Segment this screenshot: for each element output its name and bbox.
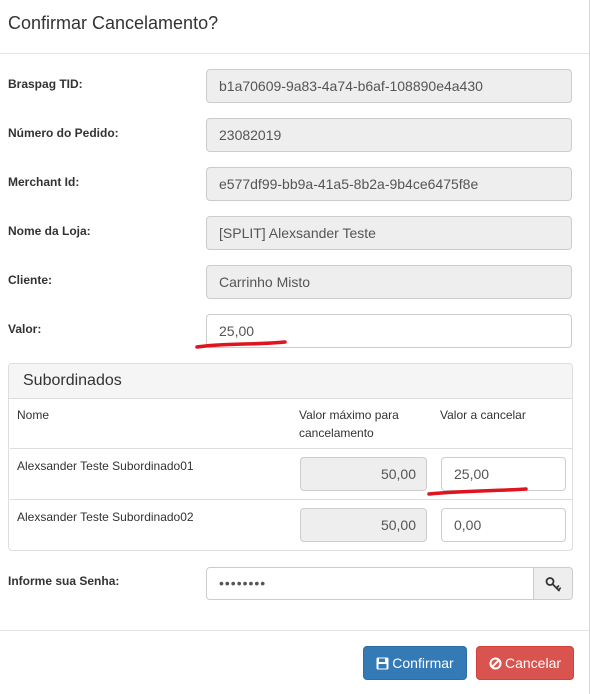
subordinados-panel: Subordinados Nome Valor máximo para canc… bbox=[8, 363, 573, 551]
confirmar-button[interactable]: Confirmar bbox=[363, 646, 467, 680]
subordinado-row-1-red-underline bbox=[427, 487, 528, 496]
floppy-disk-icon bbox=[376, 657, 389, 670]
subordinado-row-2-nome: Alexsander Teste Subordinado02 bbox=[17, 510, 194, 524]
confirmar-button-label: Confirmar bbox=[392, 655, 454, 671]
ban-icon bbox=[489, 657, 502, 670]
table-divider bbox=[10, 499, 573, 500]
braspag-tid-label: Braspag TID: bbox=[8, 77, 83, 91]
merchant-id-field: e577df99-bb9a-41a5-8b2a-9b4ce6475f8e bbox=[206, 167, 572, 201]
valor-label: Valor: bbox=[8, 322, 42, 336]
numero-pedido-label: Número do Pedido: bbox=[8, 126, 119, 140]
braspag-tid-field: b1a70609-9a83-4a74-b6af-108890e4a430 bbox=[206, 69, 572, 103]
column-header-valor-maximo: Valor máximo para cancelamento bbox=[299, 408, 399, 440]
subordinados-title: Subordinados bbox=[23, 372, 122, 389]
senha-label: Informe sua Senha: bbox=[8, 574, 120, 588]
merchant-id-label: Merchant Id: bbox=[8, 175, 80, 189]
password-input[interactable]: •••••••• bbox=[206, 567, 534, 600]
key-icon[interactable] bbox=[533, 567, 573, 600]
nome-loja-field: [SPLIT] Alexsander Teste bbox=[206, 216, 572, 250]
password-input-group: •••••••• bbox=[206, 567, 573, 600]
column-header-nome: Nome bbox=[17, 408, 50, 422]
numero-pedido-field: 23082019 bbox=[206, 118, 572, 152]
subordinado-row-1-valor-maximo: 50,00 bbox=[300, 457, 427, 491]
cliente-field: Carrinho Misto bbox=[206, 265, 572, 299]
nome-loja-label: Nome da Loja: bbox=[8, 224, 91, 238]
cancelar-button[interactable]: Cancelar bbox=[476, 646, 574, 680]
modal-footer-divider bbox=[0, 630, 589, 631]
column-header-valor-cancelar: Valor a cancelar bbox=[440, 408, 526, 422]
modal-header: Confirmar Cancelamento? bbox=[0, 0, 589, 54]
subordinado-row-1-nome: Alexsander Teste Subordinado01 bbox=[17, 459, 194, 473]
subordinados-panel-header: Subordinados bbox=[9, 364, 572, 399]
valor-red-underline bbox=[195, 340, 287, 349]
cancel-confirmation-modal: Confirmar Cancelamento? Braspag TID: b1a… bbox=[0, 0, 590, 694]
modal-title: Confirmar Cancelamento? bbox=[8, 13, 219, 33]
cliente-label: Cliente: bbox=[8, 273, 53, 287]
subordinado-row-2-valor-maximo: 50,00 bbox=[300, 508, 427, 542]
subordinado-row-2-valor-cancelar-input[interactable]: 0,00 bbox=[441, 508, 566, 542]
cancelar-button-label: Cancelar bbox=[504, 655, 562, 671]
table-divider bbox=[10, 448, 573, 449]
